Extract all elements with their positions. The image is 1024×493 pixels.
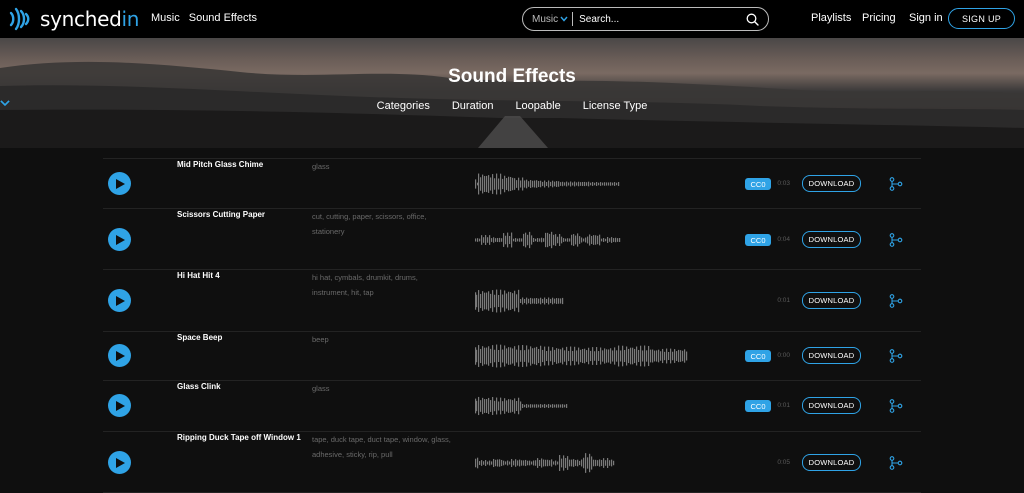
filter-label: Duration (451, 100, 494, 112)
brand-logo[interactable]: synchedin (8, 6, 139, 32)
nav-music[interactable]: Music (151, 12, 180, 24)
sound-duration: 0:01 (777, 402, 790, 409)
license-badge: CC0 (745, 234, 771, 246)
top-navigation-bar: synchedin Music Sound Effects Music Play… (0, 0, 1024, 38)
play-button[interactable] (108, 172, 131, 195)
share-icon[interactable] (889, 233, 903, 247)
filter-categories[interactable]: Categories (0, 100, 430, 112)
search-bar: Music (522, 7, 769, 31)
license-badge: CC0 (745, 350, 771, 362)
play-button[interactable] (108, 289, 131, 312)
sound-tags: glass (312, 384, 330, 393)
download-button[interactable]: DOWNLOAD (802, 347, 861, 364)
filter-loopable[interactable]: Loopable (0, 100, 561, 112)
play-icon (116, 400, 125, 411)
sound-title[interactable]: Ripping Duck Tape off Window 1 (177, 432, 305, 444)
search-divider (572, 12, 574, 26)
sound-tags: hi hat, cymbals, drumkit, drums, instrum… (312, 273, 418, 297)
waveform[interactable] (473, 391, 743, 421)
sound-row: Space Beep beep CC0 0:00 DOWNLOAD (103, 331, 921, 380)
play-icon (116, 350, 125, 361)
primary-nav: Music Sound Effects (151, 12, 257, 24)
search-category-label: Music (532, 13, 559, 25)
share-icon[interactable] (889, 349, 903, 363)
waveform[interactable] (473, 286, 743, 316)
sound-title[interactable]: Mid Pitch Glass Chime (177, 159, 305, 171)
download-button[interactable]: DOWNLOAD (802, 397, 861, 414)
filter-bar: Categories Duration Loopable License Typ… (0, 100, 1024, 112)
brand-wordmark: synchedin (40, 7, 140, 31)
sound-duration: 0:03 (777, 180, 790, 187)
play-icon (116, 234, 125, 245)
chevron-down-icon (0, 100, 10, 106)
sound-duration: 0:00 (777, 352, 790, 359)
search-category-dropdown[interactable]: Music (532, 14, 568, 25)
download-button[interactable]: DOWNLOAD (802, 454, 861, 471)
download-button[interactable]: DOWNLOAD (802, 231, 861, 248)
sound-duration: 0:01 (777, 297, 790, 304)
play-button[interactable] (108, 344, 131, 367)
filter-duration[interactable]: Duration (0, 100, 494, 112)
sound-title[interactable]: Space Beep (177, 332, 305, 344)
sound-row: Ripping Duck Tape off Window 1 tape, duck… (103, 431, 921, 493)
filter-label: Loopable (515, 100, 561, 112)
page-title: Sound Effects (448, 66, 576, 87)
sound-row: Glass Clink glass CC0 0:01 DOWNLOAD (103, 380, 921, 431)
sign-up-button[interactable]: SIGN UP (948, 8, 1015, 29)
waveform[interactable] (473, 448, 743, 478)
download-button[interactable]: DOWNLOAD (802, 175, 861, 192)
sound-row: Hi Hat Hit 4 hi hat, cymbals, drumkit, dr… (103, 269, 921, 331)
search-input[interactable] (579, 13, 740, 25)
logo-wave-icon (9, 7, 30, 31)
sound-tags: tape, duck tape, duct tape, window, glas… (312, 435, 451, 459)
sound-row: Scissors Cutting Paper cut, cutting, pape… (103, 208, 921, 269)
filter-label: Categories (376, 100, 430, 112)
chevron-down-icon (560, 14, 568, 24)
share-icon[interactable] (889, 294, 903, 308)
share-icon[interactable] (889, 177, 903, 191)
nav-sound-effects[interactable]: Sound Effects (189, 12, 257, 24)
play-icon (116, 295, 125, 306)
play-button[interactable] (108, 451, 131, 474)
waveform[interactable] (473, 341, 743, 371)
play-icon (116, 457, 125, 468)
play-icon (116, 178, 125, 189)
sound-title[interactable]: Glass Clink (177, 381, 305, 393)
filter-label: License Type (582, 100, 648, 112)
download-button[interactable]: DOWNLOAD (802, 292, 861, 309)
sound-title[interactable]: Scissors Cutting Paper (177, 209, 305, 221)
sound-duration: 0:04 (777, 236, 790, 243)
sound-tags: glass (312, 162, 330, 171)
nav-pricing[interactable]: Pricing (862, 12, 896, 24)
sound-tags: beep (312, 335, 329, 344)
share-icon[interactable] (889, 456, 903, 470)
license-badge: CC0 (745, 400, 771, 412)
sound-row: Mid Pitch Glass Chime glass CC0 0:03 DOWNLOA… (103, 158, 921, 208)
search-icon[interactable] (746, 13, 759, 26)
play-button[interactable] (108, 228, 131, 251)
sound-tags: cut, cutting, paper, scissors, office, s… (312, 212, 427, 236)
waveform[interactable] (473, 225, 743, 255)
hero-banner: Sound Effects Categories Duration Loopab… (0, 38, 1024, 148)
nav-sign-in[interactable]: Sign in (909, 12, 943, 24)
waveform[interactable] (473, 169, 743, 199)
landscape-background-image (0, 61, 1024, 148)
filter-license-type[interactable]: License Type (0, 100, 648, 112)
sound-title[interactable]: Hi Hat Hit 4 (177, 270, 305, 282)
sound-duration: 0:05 (777, 459, 790, 466)
share-icon[interactable] (889, 399, 903, 413)
nav-playlists[interactable]: Playlists (811, 12, 851, 24)
license-badge: CC0 (745, 178, 771, 190)
play-button[interactable] (108, 394, 131, 417)
